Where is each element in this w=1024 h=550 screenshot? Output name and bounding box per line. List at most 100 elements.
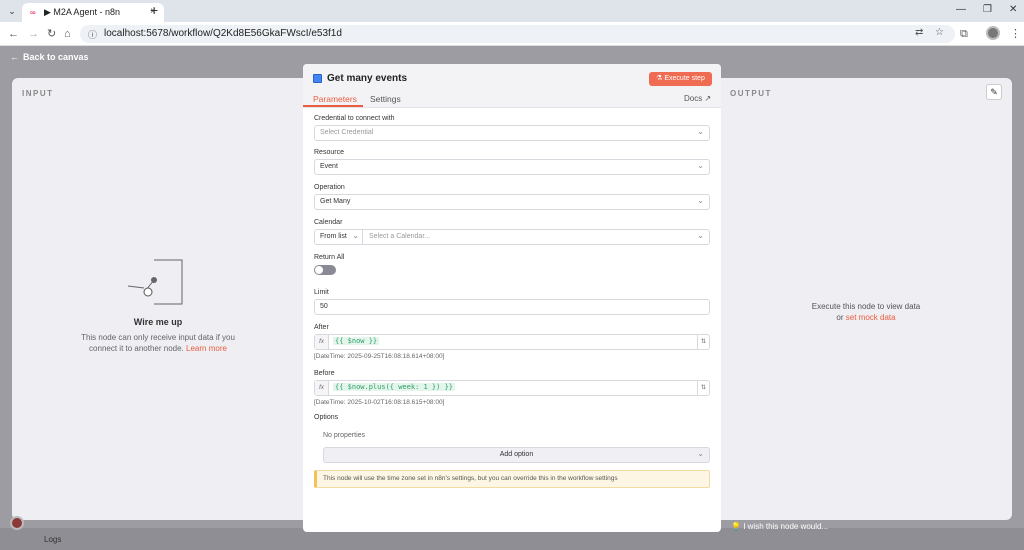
- chevron-down-icon: ⌄: [697, 196, 704, 205]
- chevron-down-icon: ⌄: [697, 161, 704, 170]
- limit-value: 50: [320, 303, 328, 310]
- active-tab-indicator: [303, 105, 363, 107]
- lightbulb-icon: 💡: [731, 522, 741, 531]
- return-all-label: Return All: [314, 254, 345, 261]
- output-or-text: or: [836, 313, 844, 322]
- calendar-mode-select[interactable]: From list ⌄: [315, 230, 363, 244]
- after-expression: {{ $now }}: [333, 337, 380, 345]
- edit-output-button[interactable]: ✎: [986, 84, 1002, 100]
- before-label: Before: [314, 370, 335, 377]
- google-calendar-icon: [313, 74, 322, 83]
- tab-parameters[interactable]: Parameters: [313, 94, 357, 104]
- operation-select[interactable]: Get Many ⌄: [314, 194, 710, 210]
- add-option-button[interactable]: Add option ⌄: [323, 447, 710, 463]
- operation-value: Get Many: [320, 198, 351, 205]
- operation-label: Operation: [314, 184, 345, 191]
- external-link-icon: ↗: [704, 94, 712, 103]
- toggle-knob: [315, 266, 323, 274]
- reload-icon[interactable]: ↻: [47, 27, 56, 41]
- docs-link[interactable]: Docs ↗: [684, 94, 711, 103]
- output-mock-line: or set mock data: [720, 313, 1012, 322]
- output-empty-message: Execute this node to view data: [811, 302, 921, 311]
- execute-step-button[interactable]: ⚗ Execute step: [649, 72, 712, 86]
- docs-label: Docs: [684, 94, 703, 103]
- node-header: Get many events ⚗ Execute step Parameter…: [303, 64, 721, 108]
- back-arrow-icon: ←: [10, 52, 19, 62]
- back-to-canvas-link[interactable]: ← Back to canvas: [10, 52, 89, 62]
- add-option-label: Add option: [499, 451, 534, 458]
- address-bar: ← → ↻ ⌂ ⓘ localhost:5678/workflow/Q2Kd8E…: [0, 22, 1024, 46]
- limit-label: Limit: [314, 289, 329, 296]
- after-expression-input[interactable]: fx {{ $now }} ⇅: [314, 334, 710, 350]
- url-text: localhost:5678/workflow/Q2Kd8E56GkaFWscI…: [104, 28, 342, 39]
- before-hint: [DateTime: 2025-10-02T16:08:18.615+08:00…: [314, 399, 445, 406]
- forward-icon[interactable]: →: [28, 27, 39, 41]
- no-properties-text: No properties: [323, 432, 366, 439]
- chevron-down-icon: ⌄: [697, 449, 704, 458]
- learn-more-link[interactable]: Learn more: [186, 344, 227, 353]
- node-title[interactable]: Get many events: [327, 73, 407, 84]
- chevron-down-icon: ⌄: [352, 231, 359, 240]
- feedback-link[interactable]: 💡 I wish this node would...: [731, 522, 828, 531]
- calendar-select[interactable]: Select a Calendar...: [369, 233, 430, 240]
- execute-step-label: Execute step: [664, 75, 705, 82]
- minimize-icon[interactable]: —: [956, 3, 966, 17]
- chevron-down-icon: ⌄: [697, 127, 704, 136]
- wire-me-up-title: Wire me up: [133, 317, 183, 327]
- tab-settings[interactable]: Settings: [370, 94, 401, 104]
- flask-icon: ⚗: [656, 75, 663, 82]
- tab-list-icon[interactable]: ⌄: [5, 4, 19, 18]
- logs-label: Logs: [44, 535, 62, 544]
- extensions-icon[interactable]: ⧉: [960, 27, 968, 41]
- after-hint: [DateTime: 2025-09-25T16:08:18.614+08:00…: [314, 353, 445, 360]
- chevron-down-icon: ⌄: [697, 231, 704, 240]
- url-field[interactable]: ⓘ localhost:5678/workflow/Q2Kd8E56GkaFWs…: [80, 25, 955, 43]
- home-icon[interactable]: ⌂: [64, 27, 71, 41]
- wire-me-up-description: This node can only receive input data if…: [72, 332, 244, 354]
- options-label: Options: [314, 414, 339, 421]
- user-avatar[interactable]: [10, 516, 24, 530]
- timezone-notice-text: This node will use the time zone set in …: [323, 475, 618, 482]
- tab-title: ▶ M2A Agent - n8n: [44, 7, 120, 17]
- back-to-canvas-label: Back to canvas: [23, 52, 89, 62]
- resource-label: Resource: [314, 149, 344, 156]
- before-expression: {{ $now.plus({ week: 1 }) }}: [333, 383, 456, 391]
- new-tab-icon[interactable]: +: [150, 3, 158, 17]
- expand-expression-icon[interactable]: ⇅: [697, 335, 709, 349]
- restore-icon[interactable]: ❐: [983, 3, 992, 17]
- browser-tab-bar: ⌄ ∞ ▶ M2A Agent - n8n × + — ❐ ✕: [0, 0, 1024, 22]
- profile-avatar[interactable]: [986, 26, 1000, 40]
- bookmark-star-icon[interactable]: ☆: [935, 27, 944, 38]
- timezone-notice: This node will use the time zone set in …: [314, 470, 710, 488]
- credential-select[interactable]: Select Credential ⌄: [314, 125, 710, 141]
- site-info-icon[interactable]: ⓘ: [88, 28, 97, 41]
- before-expression-input[interactable]: fx {{ $now.plus({ week: 1 }) }} ⇅: [314, 380, 710, 396]
- back-icon[interactable]: ←: [8, 27, 19, 41]
- n8n-favicon-icon: ∞: [30, 8, 36, 17]
- fx-icon: fx: [315, 381, 329, 395]
- limit-input[interactable]: 50: [314, 299, 710, 315]
- pencil-icon: ✎: [990, 87, 998, 97]
- browser-menu-icon[interactable]: ⋮: [1010, 27, 1021, 41]
- browser-tab[interactable]: ∞ ▶ M2A Agent - n8n ×: [22, 3, 164, 22]
- output-panel-title: OUTPUT: [730, 89, 772, 98]
- calendar-field: From list ⌄ Select a Calendar... ⌄: [314, 229, 710, 245]
- translate-icon[interactable]: ⇄: [915, 27, 923, 38]
- resource-value: Event: [320, 163, 338, 170]
- expand-expression-icon[interactable]: ⇅: [697, 381, 709, 395]
- feedback-text: I wish this node would...: [743, 522, 829, 531]
- node-details-modal: Get many events ⚗ Execute step Parameter…: [303, 64, 721, 532]
- calendar-label: Calendar: [314, 219, 343, 226]
- resource-select[interactable]: Event ⌄: [314, 159, 710, 175]
- n8n-app: ← Back to canvas INPUT OUTPUT ✎ Wire me u…: [0, 46, 1024, 550]
- return-all-toggle[interactable]: [314, 265, 336, 275]
- after-label: After: [314, 324, 329, 331]
- input-panel-title: INPUT: [22, 89, 54, 98]
- wire-me-up-illustration: [127, 259, 183, 305]
- credential-placeholder: Select Credential: [320, 129, 374, 136]
- calendar-mode-value: From list: [320, 233, 347, 240]
- window-close-icon[interactable]: ✕: [1009, 3, 1017, 17]
- credential-label: Credential to connect with: [314, 115, 395, 122]
- set-mock-data-link[interactable]: set mock data: [846, 313, 896, 322]
- fx-icon: fx: [315, 335, 329, 349]
